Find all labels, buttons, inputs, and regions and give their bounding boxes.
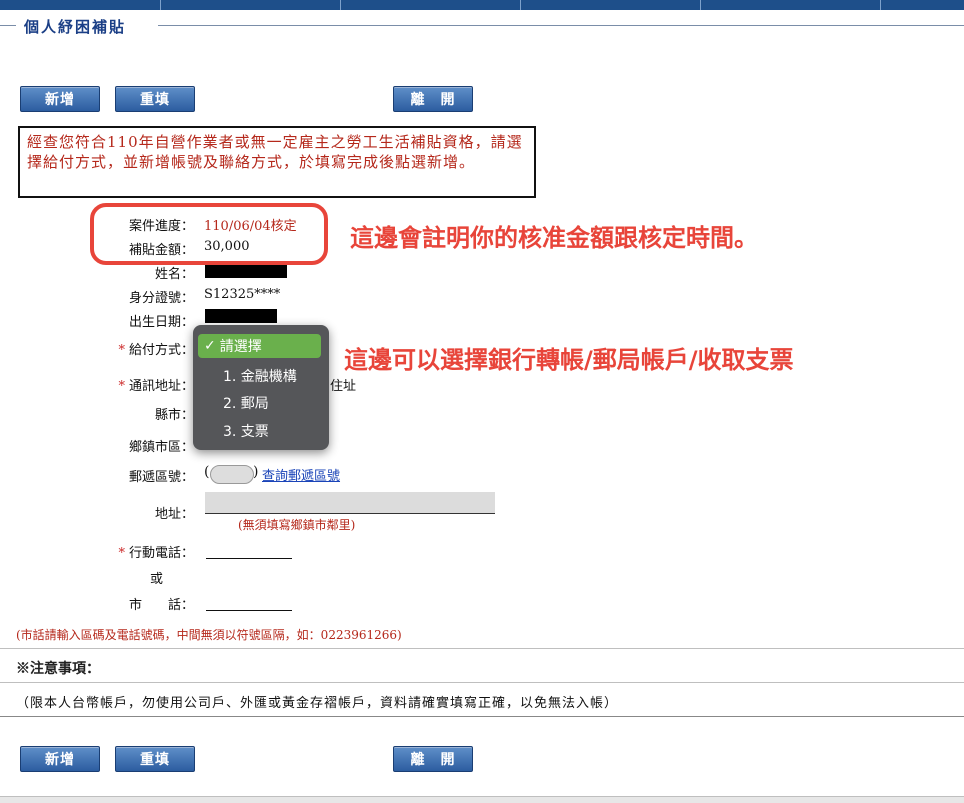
phone-input[interactable] [206, 610, 292, 611]
name-label: 姓名： [154, 267, 194, 282]
phone-hint: (市話請輸入區碼及電話號碼，中間無須以符號區隔，如：0223961266) [16, 628, 402, 642]
dropdown-selected-label: 請選擇 [219, 339, 262, 355]
id-label: 身分證號： [128, 291, 194, 306]
top-nav-bar [0, 0, 964, 10]
case-progress-value: 110/06/04核定 [204, 219, 297, 234]
title-rule-right [158, 25, 964, 26]
or-label: 或 [150, 572, 164, 587]
eligibility-notice: 經查您符合110年自營作業者或無一定雇主之勞工生活補貼資格，請選擇給付方式，並新… [18, 126, 536, 198]
page-title: 個人紓困補貼 [24, 18, 127, 36]
id-value: S12325**** [204, 287, 281, 302]
address-label-text: 通訊地址： [128, 379, 194, 394]
zip-input[interactable] [210, 465, 254, 484]
section-header: 個人紓困補貼 [0, 12, 964, 42]
divider [0, 682, 964, 683]
address-suffix: 住址 [330, 379, 357, 394]
zip-paren-close: ) [253, 464, 259, 480]
birth-label: 出生日期： [128, 315, 194, 330]
payment-label-text: 給付方式： [128, 343, 194, 358]
approval-highlight-frame [90, 203, 328, 265]
required-mark: * [118, 379, 125, 394]
add-button-bottom[interactable]: 新增 [20, 746, 100, 772]
mobile-input[interactable] [206, 558, 292, 559]
redacted-name [205, 265, 287, 278]
title-rule-left [0, 25, 16, 26]
reset-button[interactable]: 重填 [115, 86, 195, 112]
required-mark: * [118, 546, 125, 561]
street-input[interactable] [205, 492, 495, 514]
dropdown-option-bank[interactable]: 1. 金融機構 [223, 366, 297, 386]
county-label: 縣市： [154, 408, 194, 423]
payment-annotation: 這邊可以選擇銀行轉帳/郵局帳戶/收取支票 [344, 346, 794, 374]
street-hint: (無須填寫鄉鎮市鄰里) [238, 518, 356, 532]
nav-divider [160, 0, 161, 10]
phone-label: 市 話： [128, 598, 194, 613]
reset-button-bottom[interactable]: 重填 [115, 746, 195, 772]
zip-lookup-link[interactable]: 查詢郵遞區號 [262, 465, 340, 484]
case-progress-label: 案件進度： [128, 219, 194, 234]
payment-method-dropdown[interactable]: ✓ 請選擇 1. 金融機構 2. 郵局 3. 支票 [193, 325, 329, 450]
address-label: * 通訊地址： [118, 375, 194, 394]
redacted-birthdate [205, 309, 277, 323]
subsidy-value: 30,000 [204, 239, 250, 254]
zip-paren-open: ( [204, 464, 210, 480]
mobile-label-text: 行動電話： [128, 546, 194, 561]
township-label: 鄉鎮市區： [128, 440, 194, 455]
dropdown-option-selected[interactable]: ✓ 請選擇 [198, 334, 321, 358]
checkmark-icon: ✓ [204, 338, 216, 354]
required-mark: * [118, 343, 125, 358]
nav-divider [520, 0, 521, 10]
dropdown-option-check[interactable]: 3. 支票 [223, 421, 269, 441]
dropdown-option-post[interactable]: 2. 郵局 [223, 393, 269, 413]
subsidy-label: 補貼金額： [128, 243, 194, 258]
approval-annotation: 這邊會註明你的核准金額跟核定時間。 [350, 224, 758, 252]
payment-label: * 給付方式： [118, 339, 194, 358]
street-label: 地址： [154, 507, 194, 522]
notes-title: ※注意事項： [16, 661, 100, 677]
nav-divider [880, 0, 881, 10]
leave-button-bottom[interactable]: 離 開 [393, 746, 473, 772]
mobile-label: * 行動電話： [118, 542, 194, 561]
nav-divider [700, 0, 701, 10]
notes-text: （限本人台幣帳戶，勿使用公司戶、外匯或黃金存褶帳戶，資料請確實填寫正確，以免無法… [16, 696, 619, 711]
divider [0, 648, 964, 649]
nav-divider [340, 0, 341, 10]
zip-label: 郵遞區號： [128, 470, 194, 485]
add-button[interactable]: 新增 [20, 86, 100, 112]
leave-button[interactable]: 離 開 [393, 86, 473, 112]
divider [0, 716, 964, 717]
